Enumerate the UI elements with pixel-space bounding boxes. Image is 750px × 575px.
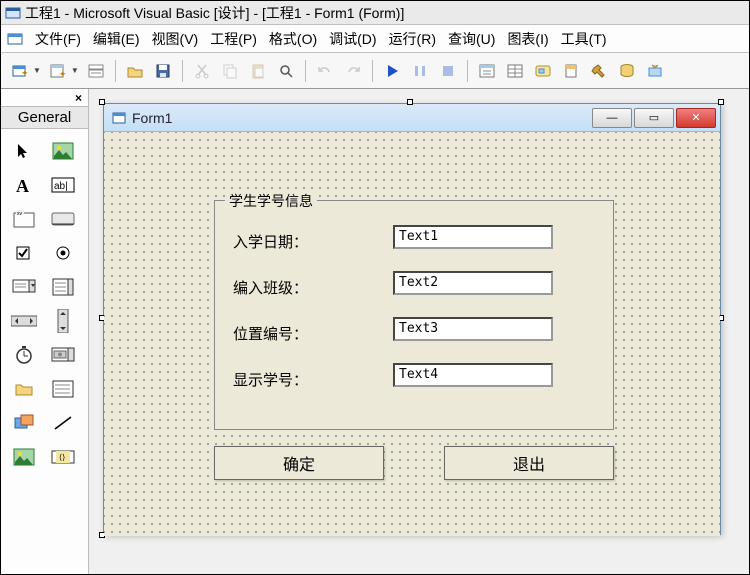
vb-app-icon — [5, 5, 21, 21]
tool-data[interactable]: ⟨⟩ — [48, 443, 78, 471]
open-button[interactable] — [122, 58, 148, 84]
svg-text:⟨⟩: ⟨⟩ — [59, 453, 65, 462]
label-show-id: 显示学号： — [233, 369, 343, 390]
menu-debug[interactable]: 调试(D) — [325, 27, 380, 51]
tool-frame[interactable]: xv — [9, 205, 39, 233]
tool-filelistbox[interactable] — [48, 375, 78, 403]
app-title-bar: 工程1 - Microsoft Visual Basic [设计] - [工程1… — [1, 1, 749, 25]
frame-caption: 学生学号信息 — [225, 191, 317, 211]
tool-checkbox[interactable] — [9, 239, 39, 267]
tool-vscrollbar[interactable] — [48, 307, 78, 335]
paste-button[interactable] — [245, 58, 271, 84]
svg-text:A: A — [16, 176, 29, 195]
menu-edit[interactable]: 编辑(E) — [89, 27, 144, 51]
tool-line[interactable] — [48, 409, 78, 437]
tool-pointer[interactable] — [9, 137, 39, 165]
tool-dirlistbox[interactable] — [9, 375, 39, 403]
textbox-text4[interactable]: Text4 — [393, 363, 553, 387]
tool-commandbutton[interactable] — [48, 205, 78, 233]
dropdown-arrow-icon[interactable]: ▼ — [71, 66, 79, 75]
button-exit[interactable]: 退出 — [444, 446, 614, 480]
toolbox-tab-general[interactable]: General — [1, 107, 88, 129]
svg-text:xv: xv — [17, 211, 23, 217]
frame-student-info[interactable]: 学生学号信息 入学日期： Text1 编入班级： Text2 位置编号： Tex… — [214, 200, 614, 430]
dropdown-arrow-icon[interactable]: ▼ — [33, 66, 41, 75]
maximize-button[interactable]: ▭ — [634, 108, 674, 128]
start-button[interactable] — [379, 58, 405, 84]
label-enroll-date: 入学日期： — [233, 231, 343, 252]
tool-combobox[interactable] — [9, 273, 39, 301]
menu-tools[interactable]: 工具(T) — [557, 27, 611, 51]
label-class: 编入班级： — [233, 277, 343, 298]
break-button[interactable] — [407, 58, 433, 84]
svg-text:✦: ✦ — [21, 68, 29, 78]
textbox-text1[interactable]: Text1 — [393, 225, 553, 249]
standard-toolbar: ✦ ▼ ✦ ▼ — [1, 53, 749, 89]
add-project-button[interactable]: ✦ — [7, 58, 33, 84]
menu-format[interactable]: 格式(O) — [265, 27, 321, 51]
tool-label[interactable]: A — [9, 171, 39, 199]
end-button[interactable] — [435, 58, 461, 84]
data-view-button[interactable] — [614, 58, 640, 84]
form-designer-area[interactable]: Form1 — ▭ ✕ 学生学号信息 入学日期： Text1 编入班级： — [89, 89, 749, 574]
project-explorer-button[interactable] — [474, 58, 500, 84]
form1-title: Form1 — [132, 110, 172, 126]
button-ok[interactable]: 确定 — [214, 446, 384, 480]
add-form-button[interactable]: ✦ — [45, 58, 71, 84]
tool-shape[interactable] — [9, 409, 39, 437]
menu-bar: 文件(F) 编辑(E) 视图(V) 工程(P) 格式(O) 调试(D) 运行(R… — [1, 25, 749, 53]
menu-editor-button[interactable] — [83, 58, 109, 84]
tool-drivelistbox[interactable] — [48, 341, 78, 369]
minimize-button[interactable]: — — [592, 108, 632, 128]
menu-view[interactable]: 视图(V) — [148, 27, 203, 51]
form1-titlebar[interactable]: Form1 — ▭ ✕ — [104, 104, 720, 132]
tool-timer[interactable] — [9, 341, 39, 369]
close-button[interactable]: ✕ — [676, 108, 716, 128]
menu-diagram[interactable]: 图表(I) — [503, 27, 552, 51]
toolbox-button[interactable] — [586, 58, 612, 84]
tool-image[interactable] — [9, 443, 39, 471]
form1-window[interactable]: Form1 — ▭ ✕ 学生学号信息 入学日期： Text1 编入班级： — [103, 103, 721, 535]
tool-optionbutton[interactable] — [48, 239, 78, 267]
form-layout-button[interactable] — [530, 58, 556, 84]
tool-listbox[interactable] — [48, 273, 78, 301]
object-browser-button[interactable] — [558, 58, 584, 84]
toolbox-close-icon[interactable]: × — [75, 91, 82, 105]
tool-textbox[interactable]: ab| — [48, 171, 78, 199]
undo-button[interactable] — [312, 58, 338, 84]
tool-picturebox[interactable] — [48, 137, 78, 165]
mdi-form-icon — [7, 31, 23, 47]
menu-file[interactable]: 文件(F) — [31, 27, 85, 51]
copy-button[interactable] — [217, 58, 243, 84]
menu-query[interactable]: 查询(U) — [444, 27, 499, 51]
svg-text:✦: ✦ — [59, 69, 67, 79]
label-position: 位置编号： — [233, 323, 343, 344]
form-icon — [112, 111, 126, 125]
menu-project[interactable]: 工程(P) — [206, 27, 261, 51]
textbox-text2[interactable]: Text2 — [393, 271, 553, 295]
cut-button[interactable] — [189, 58, 215, 84]
find-button[interactable] — [273, 58, 299, 84]
menu-run[interactable]: 运行(R) — [385, 27, 440, 51]
toolbox-close-bar: × — [1, 89, 88, 107]
form1-client-area[interactable]: 学生学号信息 入学日期： Text1 编入班级： Text2 位置编号： Tex… — [104, 132, 720, 536]
component-manager-button[interactable] — [642, 58, 668, 84]
svg-text:ab|: ab| — [54, 181, 68, 192]
redo-button[interactable] — [340, 58, 366, 84]
save-button[interactable] — [150, 58, 176, 84]
app-title: 工程1 - Microsoft Visual Basic [设计] - [工程1… — [25, 3, 404, 23]
toolbox-panel: × General A ab| xv ⟨⟩ — [1, 89, 89, 574]
tool-hscrollbar[interactable] — [9, 307, 39, 335]
textbox-text3[interactable]: Text3 — [393, 317, 553, 341]
properties-window-button[interactable] — [502, 58, 528, 84]
